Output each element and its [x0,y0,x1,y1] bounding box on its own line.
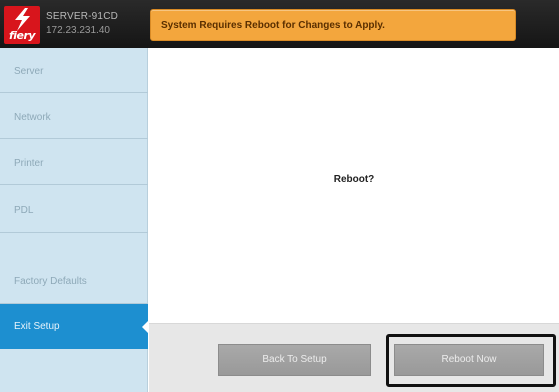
sidebar-item-factory-defaults[interactable]: Factory Defaults [0,233,148,304]
sidebar-item-server[interactable]: Server [0,48,148,93]
reboot-alert-banner: System Requires Reboot for Changes to Ap… [150,9,516,41]
reboot-prompt: Reboot? [333,174,375,185]
logo-text: fiery [8,29,36,42]
sidebar-item-label: Server [14,66,44,77]
server-name: SERVER-91CD [46,11,119,22]
back-to-setup-button[interactable]: Back To Setup [218,344,371,376]
sidebar-item-exit-setup[interactable]: Exit Setup [0,304,149,349]
sidebar-item-label: PDL [14,205,34,216]
sidebar-item-pdl[interactable]: PDL [0,185,148,233]
header-bar: fiery SERVER-91CD 172.23.231.40 System R… [0,0,559,48]
sidebar-item-label: Printer [14,158,44,169]
fiery-logo: fiery [4,6,40,44]
active-notch-icon [142,319,149,334]
sidebar-item-printer[interactable]: Printer [0,139,148,185]
setup-sidebar: Server Network Printer PDL Factory Defau… [0,48,149,392]
sidebar-item-label: Factory Defaults [14,276,87,287]
server-ip: 172.23.231.40 [46,25,110,36]
sidebar-item-label: Exit Setup [14,321,60,332]
reboot-button-highlight [386,334,556,387]
sidebar-item-label: Network [14,112,51,123]
alert-message: System Requires Reboot for Changes to Ap… [161,20,385,31]
sidebar-item-network[interactable]: Network [0,93,148,139]
